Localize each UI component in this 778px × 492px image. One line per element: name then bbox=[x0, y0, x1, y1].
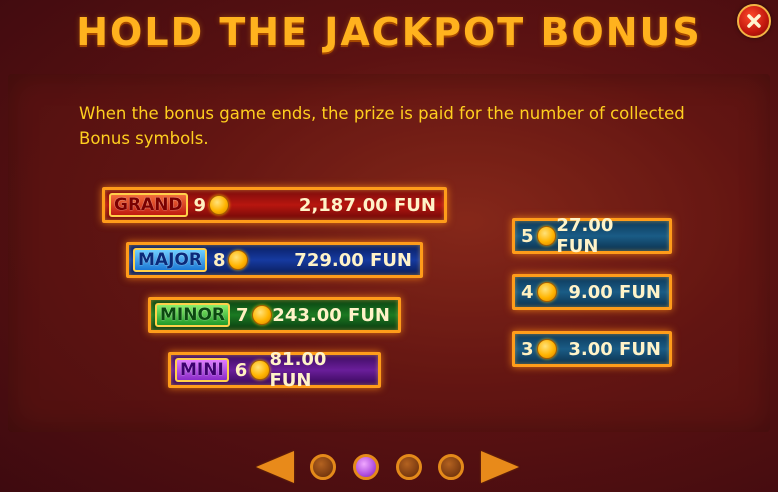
close-button[interactable] bbox=[737, 4, 771, 38]
symbol-count: 5 bbox=[521, 225, 534, 247]
prize-value: 2,187.00 FUN bbox=[298, 194, 436, 216]
payout-row-5: 5 27.00 FUN bbox=[512, 215, 672, 257]
prize-value: 9.00 FUN bbox=[568, 281, 661, 303]
mini-badge: MINI bbox=[175, 358, 229, 382]
bonus-coin-icon bbox=[250, 360, 270, 380]
bonus-coin-icon bbox=[536, 282, 557, 302]
symbol-count: 9 bbox=[193, 194, 207, 216]
bonus-coin-icon bbox=[536, 339, 557, 359]
prize-value: 27.00 FUN bbox=[556, 215, 614, 257]
page-dot-1[interactable] bbox=[310, 454, 336, 480]
major-badge: MAJOR bbox=[133, 248, 207, 272]
previous-page-arrow-icon[interactable] bbox=[256, 451, 294, 483]
symbol-count: 3 bbox=[521, 338, 534, 360]
prize-value: 243.00 FUN bbox=[272, 304, 390, 326]
jackpot-row-major: MAJOR 8 729.00 FUN bbox=[126, 242, 423, 278]
bonus-coin-icon bbox=[228, 250, 249, 270]
page-dot-2-active[interactable] bbox=[353, 454, 379, 480]
grand-badge: GRAND bbox=[109, 193, 188, 217]
page-dot-4[interactable] bbox=[438, 454, 464, 480]
jackpot-row-minor: MINOR 7 243.00 FUN bbox=[148, 297, 401, 333]
prize-value: 3.00 FUN bbox=[568, 338, 661, 360]
page-dot-3[interactable] bbox=[396, 454, 422, 480]
prize-value: 729.00 FUN bbox=[294, 249, 412, 271]
symbol-count: 4 bbox=[521, 281, 534, 303]
close-icon bbox=[747, 14, 761, 28]
description-text: When the bonus game ends, the prize is p… bbox=[79, 104, 685, 148]
bonus-coin-icon bbox=[536, 226, 557, 246]
next-page-arrow-icon[interactable] bbox=[481, 451, 519, 483]
payout-row-4: 4 9.00 FUN bbox=[512, 274, 672, 310]
symbol-count: 6 bbox=[234, 359, 248, 381]
bonus-coin-icon bbox=[209, 195, 230, 215]
symbol-count: 8 bbox=[212, 249, 226, 271]
jackpot-row-grand: GRAND 9 2,187.00 FUN bbox=[102, 187, 447, 223]
bonus-coin-icon bbox=[251, 305, 272, 325]
payout-row-3: 3 3.00 FUN bbox=[512, 331, 672, 367]
prize-value: 81.00 FUN bbox=[269, 349, 327, 391]
jackpot-row-mini: MINI 6 81.00 FUN bbox=[168, 349, 381, 391]
page-title: HOLD THE JACKPOT BONUS bbox=[76, 10, 702, 54]
symbol-count: 7 bbox=[236, 304, 249, 326]
minor-badge: MINOR bbox=[155, 303, 231, 327]
